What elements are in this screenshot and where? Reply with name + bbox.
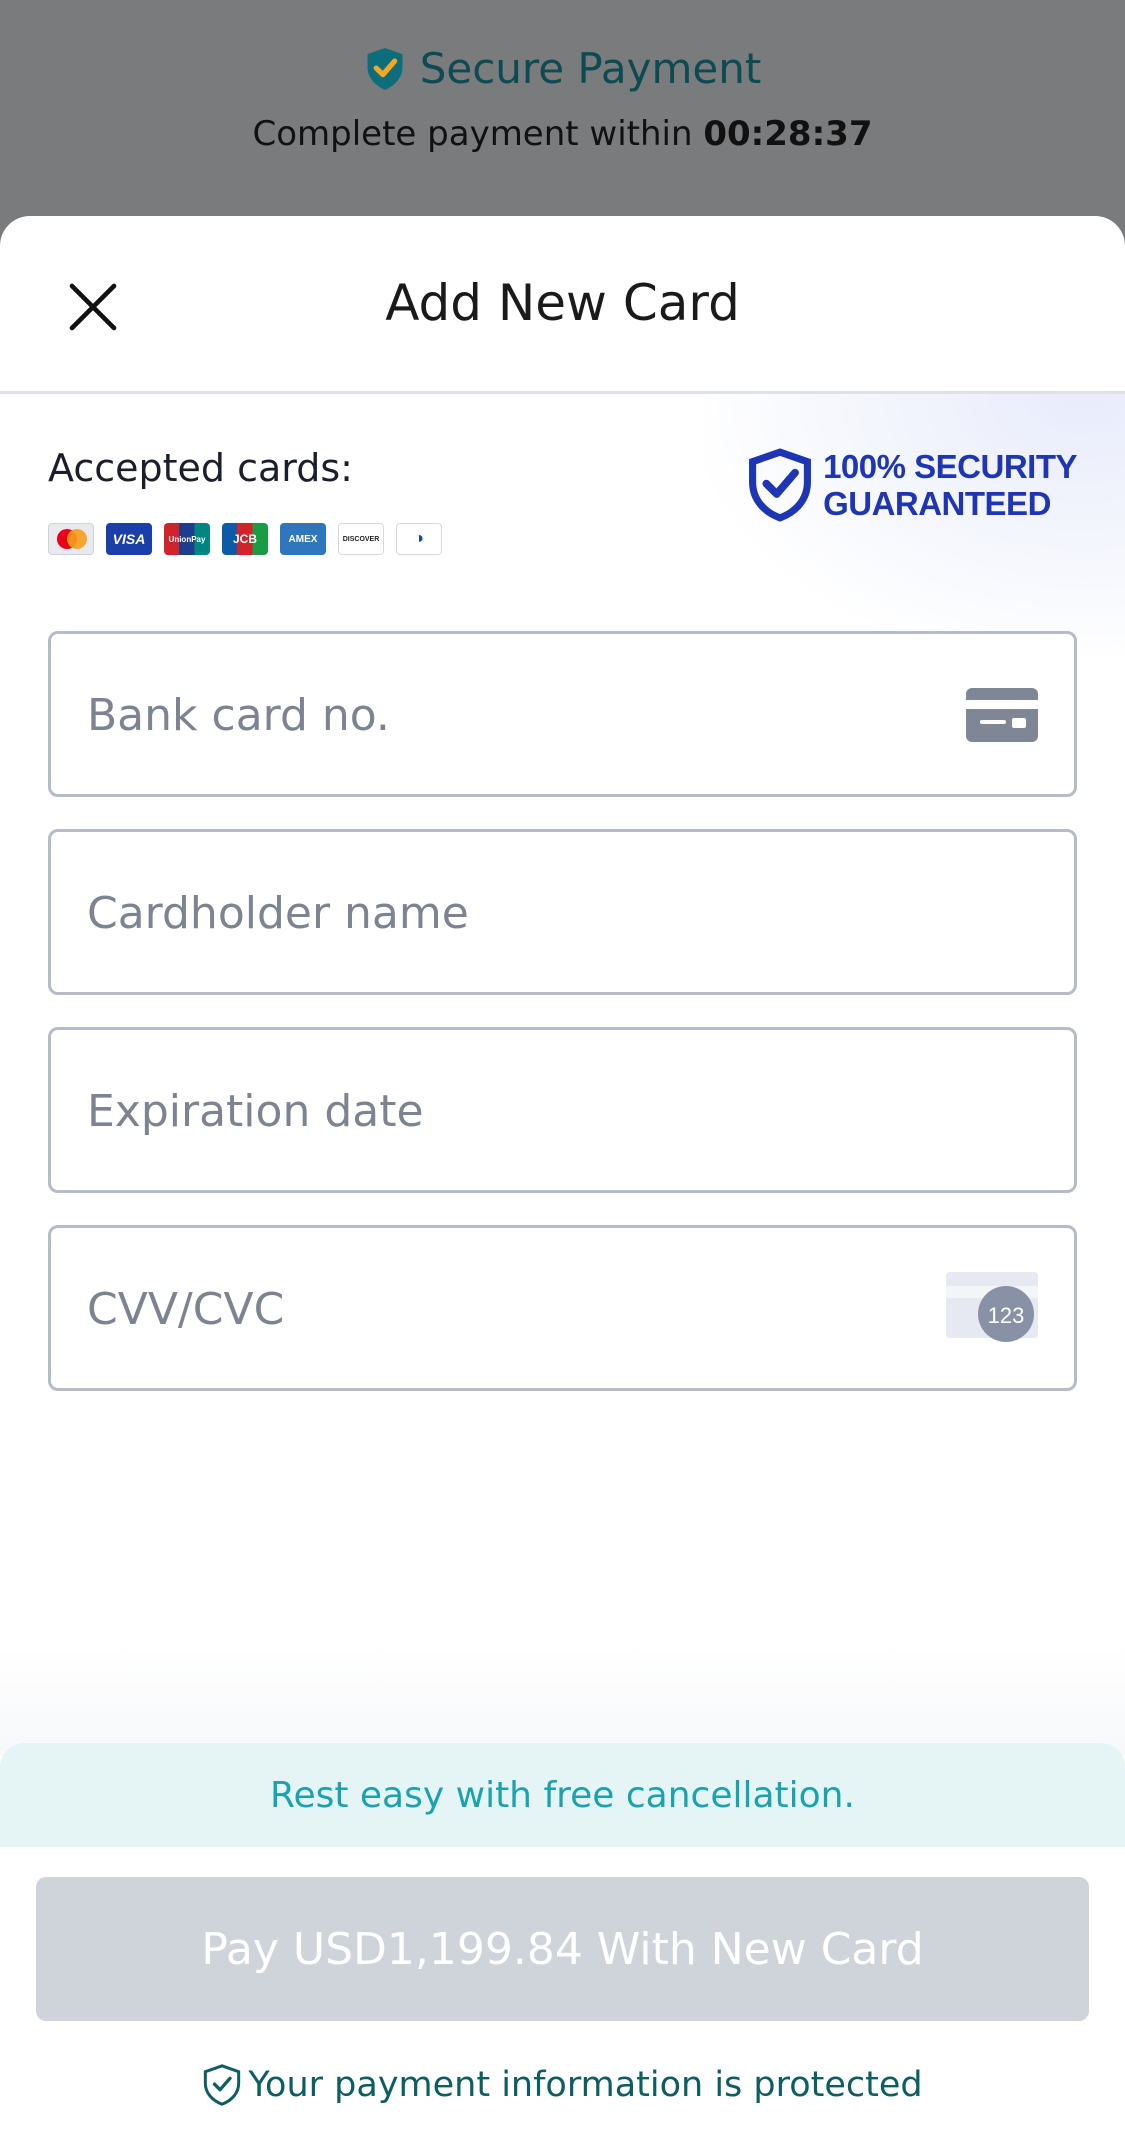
pay-area: Pay USD1,199.84 With New Card Your payme… — [0, 1847, 1125, 2147]
badge-background-glow — [705, 394, 1125, 654]
expiration-date-input[interactable] — [85, 1030, 889, 1192]
shield-check-icon — [204, 2064, 241, 2106]
sheet-title: Add New Card — [385, 274, 740, 332]
payment-countdown: Complete payment within 00:28:37 — [0, 114, 1125, 154]
free-cancellation-text: Rest easy with free cancellation. — [270, 1774, 855, 1816]
credit-card-icon — [966, 688, 1038, 742]
card-number-input[interactable] — [85, 634, 889, 796]
cvv-input[interactable] — [85, 1228, 889, 1390]
cvv-icon-text: 123 — [988, 1303, 1025, 1328]
secure-payment-label: Secure Payment — [419, 44, 762, 93]
bottom-fade — [0, 1646, 1125, 1756]
payment-protected-note: Your payment information is protected — [0, 2063, 1125, 2107]
countdown-time: 00:28:37 — [703, 114, 873, 154]
security-guarantee-badge: 100% SECURITY GUARANTEED — [747, 448, 1077, 522]
security-badge-line1: 100% SECURITY — [823, 448, 1077, 485]
sheet-header: Add New Card — [0, 216, 1125, 394]
expiration-date-field[interactable] — [48, 1027, 1077, 1193]
add-card-sheet: Add New Card Accepted cards: VISA UnionP… — [0, 216, 1125, 2147]
payment-protected-text: Your payment information is protected — [248, 2065, 923, 2105]
amex-logo-icon: AMEX — [280, 523, 326, 555]
discover-logo-icon: DISCOVER — [338, 523, 384, 555]
accepted-cards-label: Accepted cards: — [48, 446, 353, 490]
free-cancellation-banner: Rest easy with free cancellation. — [0, 1743, 1125, 1847]
shield-check-icon — [749, 448, 812, 522]
card-number-field[interactable] — [48, 631, 1077, 797]
visa-logo-icon: VISA — [106, 523, 152, 555]
diners-logo-icon: ◑ — [396, 523, 442, 555]
unionpay-logo-icon: UnionPay — [164, 523, 210, 555]
security-badge-line2: GUARANTEED — [823, 485, 1051, 522]
shield-check-icon — [367, 47, 403, 90]
mastercard-logo-icon — [48, 523, 94, 555]
accepted-cards-logos: VISA UnionPay JCB AMEX DISCOVER ◑ — [48, 523, 442, 555]
secure-payment-header: Secure Payment Complete payment within 0… — [0, 0, 1125, 220]
cvv-field[interactable]: 123 — [48, 1225, 1077, 1391]
cardholder-name-field[interactable] — [48, 829, 1077, 995]
cardholder-name-input[interactable] — [85, 832, 889, 994]
security-badge-text: 100% SECURITY GUARANTEED — [823, 448, 1077, 522]
secure-payment-title: Secure Payment — [0, 44, 1125, 93]
countdown-prefix: Complete payment within — [252, 114, 693, 154]
pay-with-new-card-button[interactable]: Pay USD1,199.84 With New Card — [36, 1877, 1089, 2021]
jcb-logo-icon: JCB — [222, 523, 268, 555]
cvv-card-icon: 123 — [946, 1272, 1038, 1342]
